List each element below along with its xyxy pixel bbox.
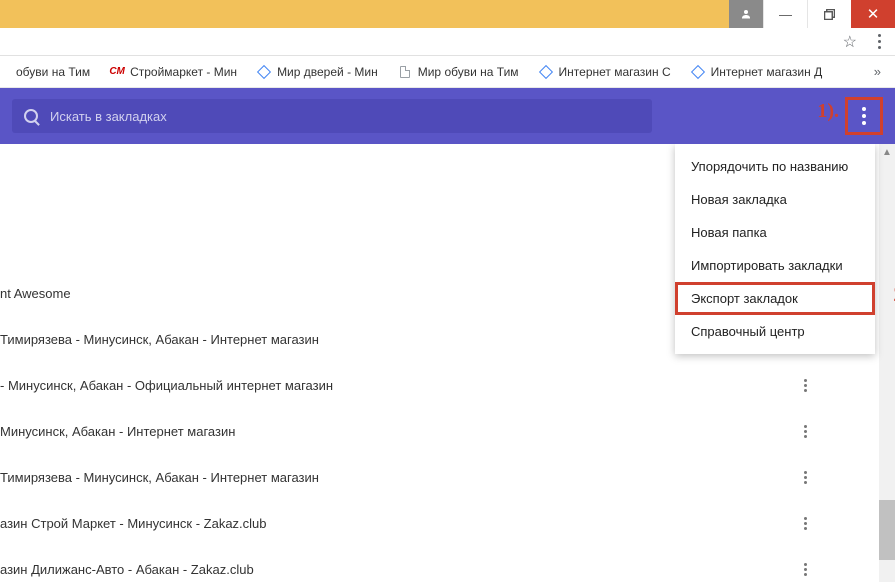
scroll-up-icon[interactable]: ▲ (879, 144, 895, 160)
minimize-button[interactable]: — (763, 0, 807, 28)
diamond-icon (691, 65, 705, 79)
scrollbar[interactable]: ▲ (879, 144, 895, 582)
list-item[interactable]: азин Дилижанс-Авто - Абакан - Zakaz.club (0, 546, 895, 582)
star-icon[interactable]: ☆ (843, 32, 857, 52)
browser-menu-icon[interactable] (871, 34, 887, 49)
toolbar-row: ☆ (0, 28, 895, 56)
search-icon (24, 109, 38, 123)
site-icon: CM (110, 65, 124, 79)
overflow-chevron-icon[interactable]: » (866, 64, 889, 79)
organize-menu-button[interactable] (845, 97, 883, 135)
menu-new-folder[interactable]: Новая папка (675, 216, 875, 249)
list-item[interactable]: Тимирязева - Минусинск, Абакан - Интерне… (0, 454, 895, 500)
item-title: азин Строй Маркет - Минусинск - Zakaz.cl… (0, 516, 795, 531)
bookmarks-bar: обуви на Тим CM Строймаркет - Мин Мир дв… (0, 56, 895, 88)
item-title: Тимирязева - Минусинск, Абакан - Интерне… (0, 470, 795, 485)
bookmark-item[interactable]: обуви на Тим (6, 65, 100, 79)
row-kebab-icon[interactable] (795, 379, 815, 392)
close-button[interactable]: ✕ (851, 0, 895, 28)
bookmark-item[interactable]: CM Строймаркет - Мин (100, 65, 247, 79)
bookmark-item[interactable]: Интернет магазин Д (681, 65, 833, 79)
bookmark-label: Интернет магазин Д (711, 65, 823, 79)
row-kebab-icon[interactable] (795, 517, 815, 530)
bookmark-item[interactable]: Мир дверей - Мин (247, 65, 388, 79)
annotation-1: 1). (817, 100, 839, 123)
search-input[interactable] (50, 109, 640, 124)
list-item[interactable]: азин Строй Маркет - Минусинск - Zakaz.cl… (0, 500, 895, 546)
menu-import[interactable]: Импортировать закладки (675, 249, 875, 282)
item-title: азин Дилижанс-Авто - Абакан - Zakaz.club (0, 562, 795, 577)
bookmarks-toolbar: 1). (0, 88, 895, 144)
item-title: - Минусинск, Абакан - Официальный интерн… (0, 378, 795, 393)
list-item[interactable]: - Минусинск, Абакан - Официальный интерн… (0, 362, 895, 408)
row-kebab-icon[interactable] (795, 471, 815, 484)
menu-help[interactable]: Справочный центр (675, 315, 875, 348)
file-icon (398, 65, 412, 79)
bookmark-label: Интернет магазин С (559, 65, 671, 79)
bookmark-label: Мир дверей - Мин (277, 65, 378, 79)
bookmark-label: Строймаркет - Мин (130, 65, 237, 79)
list-item[interactable]: Минусинск, Абакан - Интернет магазин (0, 408, 895, 454)
menu-new-bookmark[interactable]: Новая закладка (675, 183, 875, 216)
bookmark-item[interactable]: Интернет магазин С (529, 65, 681, 79)
window-titlebar: — ✕ (0, 0, 895, 28)
row-kebab-icon[interactable] (795, 563, 815, 576)
bookmark-label: обуви на Тим (16, 65, 90, 79)
organize-dropdown: Упорядочить по названию Новая закладка Н… (675, 144, 875, 354)
menu-sort-by-name[interactable]: Упорядочить по названию (675, 150, 875, 183)
diamond-icon (539, 65, 553, 79)
kebab-icon (862, 107, 866, 125)
user-button[interactable] (729, 0, 763, 28)
bookmark-label: Мир обуви на Тим (418, 65, 519, 79)
maximize-button[interactable] (807, 0, 851, 28)
menu-export[interactable]: Экспорт закладок (675, 282, 875, 315)
row-kebab-icon[interactable] (795, 425, 815, 438)
search-box[interactable] (12, 99, 652, 133)
bookmark-item[interactable]: Мир обуви на Тим (388, 65, 529, 79)
content-area: Упорядочить по названию Новая закладка Н… (0, 144, 895, 582)
item-title: Минусинск, Абакан - Интернет магазин (0, 424, 795, 439)
diamond-icon (257, 65, 271, 79)
scroll-thumb[interactable] (879, 500, 895, 560)
